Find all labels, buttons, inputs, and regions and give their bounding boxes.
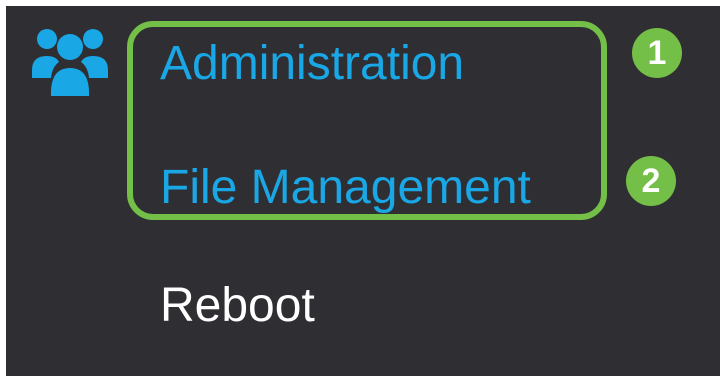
sidebar-menu-panel: Administration File Management Reboot 1 … — [6, 6, 720, 376]
menu-item-file-management[interactable]: File Management — [160, 164, 531, 212]
menu-item-administration[interactable]: Administration — [160, 40, 464, 88]
menu-item-reboot[interactable]: Reboot — [160, 282, 315, 330]
callout-badge-1: 1 — [632, 28, 682, 78]
callout-badge-2: 2 — [626, 156, 676, 206]
people-group-icon — [32, 29, 108, 96]
